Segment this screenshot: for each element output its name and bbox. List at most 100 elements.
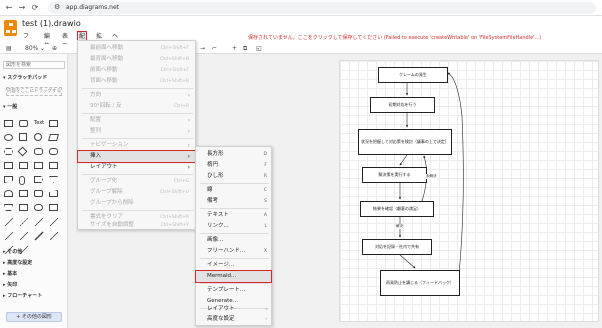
menu-item-group[interactable]: グループ化 Ctrl+G bbox=[78, 176, 195, 187]
scratchpad-header[interactable]: ▾ スクラッチパッド bbox=[3, 74, 47, 81]
insert-template[interactable]: テンプレート... bbox=[196, 285, 271, 296]
forward-icon[interactable]: → bbox=[17, 3, 27, 13]
cube-shape-icon[interactable] bbox=[34, 162, 43, 169]
cylinder-shape-icon[interactable] bbox=[34, 148, 43, 155]
insert-rhombus[interactable]: ひし形 R bbox=[196, 171, 271, 182]
reload-icon[interactable]: ⟳ bbox=[30, 3, 40, 13]
tape-shape-icon[interactable] bbox=[4, 190, 13, 197]
more-shapes-button[interactable]: + その他の図形 bbox=[6, 312, 62, 322]
menu-item-navigation[interactable]: ナビゲーション › bbox=[78, 140, 195, 151]
insert-note[interactable]: 備考 S bbox=[196, 196, 271, 207]
trapezoid-shape-icon[interactable] bbox=[4, 204, 13, 211]
shape-search-input[interactable]: 図形を検索 bbox=[3, 61, 65, 69]
insert-icon[interactable]: + bbox=[232, 45, 237, 52]
rhombus-shape-icon[interactable] bbox=[17, 146, 28, 157]
document-title[interactable]: test (1).drawio bbox=[22, 19, 81, 28]
menu-item-insert[interactable]: 挿入 › bbox=[77, 150, 196, 163]
menu-item-direction[interactable]: 方向 › bbox=[78, 90, 195, 101]
table-shape-icon[interactable] bbox=[49, 204, 58, 211]
menu-item-distribute[interactable]: 整列 › bbox=[78, 126, 195, 137]
dashed-line-shape-icon[interactable] bbox=[19, 217, 29, 227]
insert-mermaid[interactable]: Mermaid... bbox=[195, 270, 272, 283]
chevron-down-icon[interactable]: ⌄ bbox=[40, 45, 45, 52]
zoom-select[interactable]: 80% bbox=[25, 45, 38, 52]
insert-freehand[interactable]: フリーハンド... X bbox=[196, 246, 271, 257]
back-icon[interactable]: ← bbox=[4, 3, 14, 13]
site-info-icon[interactable]: ⚙ bbox=[54, 3, 60, 11]
container-shape-icon[interactable] bbox=[34, 190, 43, 197]
ellipse-shape-icon[interactable] bbox=[4, 134, 13, 141]
category-other[interactable]: ▸ その他 bbox=[3, 248, 22, 255]
insert-image[interactable]: 画像... bbox=[196, 235, 271, 246]
sidebar-toggle-icon[interactable]: ▤ bbox=[6, 45, 12, 52]
square-shape-icon[interactable] bbox=[19, 133, 27, 141]
menu-item-to-back[interactable]: 最背面へ移動 Ctrl+Shift+B bbox=[78, 54, 195, 65]
connector-icon[interactable]: → bbox=[200, 45, 205, 52]
diagram-node[interactable]: 結果を確認（顧客の満足） bbox=[360, 201, 434, 217]
insert-text[interactable]: テキスト A bbox=[196, 210, 271, 221]
category-basic[interactable]: ▸ 基本 bbox=[3, 270, 17, 277]
insert-link[interactable]: リンク... L bbox=[196, 221, 271, 232]
text-shape-icon[interactable]: Text bbox=[34, 120, 44, 127]
edge[interactable] bbox=[399, 154, 408, 166]
rectangle-shape-icon[interactable] bbox=[4, 120, 13, 127]
parallelogram-shape-icon[interactable] bbox=[48, 134, 59, 141]
table-icon[interactable]: ⧉ bbox=[243, 45, 247, 53]
diagram-page[interactable]: クレームの発生 初期対応を行う 状況を把握して対応策を検討（議事の上で決定） 解… bbox=[339, 60, 599, 322]
category-advanced[interactable]: ▸ 高度な設定 bbox=[3, 259, 32, 266]
diagram-node[interactable]: 再発防止を講じる（フィードバック） bbox=[380, 270, 460, 296]
document-shape-icon[interactable] bbox=[4, 162, 13, 169]
menu-item-send-backward[interactable]: 背面へ移動 Ctrl+Shift+B bbox=[78, 76, 195, 87]
manual-input-shape-icon[interactable] bbox=[49, 190, 58, 197]
note-shape-icon[interactable] bbox=[19, 190, 28, 197]
menu-item-to-front[interactable]: 最前面へ移動 Ctrl+Shift+F bbox=[78, 43, 195, 54]
edge-feedback[interactable] bbox=[447, 72, 464, 284]
callout-shape-icon[interactable] bbox=[19, 204, 28, 211]
shape-icon[interactable]: ◱ bbox=[256, 45, 262, 52]
internal-storage-shape-icon[interactable] bbox=[19, 162, 28, 169]
line-shape-icon[interactable] bbox=[4, 217, 14, 227]
category-arrows[interactable]: ▸ 矢印 bbox=[3, 281, 17, 288]
step-shape-icon[interactable] bbox=[49, 162, 58, 169]
link-shape-icon[interactable] bbox=[4, 231, 14, 241]
textbox-shape-icon[interactable] bbox=[49, 120, 58, 127]
insert-line[interactable]: 線C bbox=[196, 185, 271, 196]
card-shape-icon[interactable] bbox=[4, 176, 13, 183]
menu-item-remove-from-group[interactable]: グループから削除 bbox=[78, 198, 195, 209]
zoom-in-icon[interactable]: ⊕ bbox=[52, 45, 57, 52]
waypoint-icon[interactable]: ⌐ bbox=[212, 45, 217, 52]
diagram-node[interactable]: 解決策を実行する bbox=[362, 167, 427, 183]
rounded-rect-shape-icon[interactable] bbox=[19, 120, 28, 127]
arrow-shape-icon[interactable] bbox=[34, 176, 43, 183]
category-flowchart[interactable]: ▸ フローチャート bbox=[3, 292, 42, 299]
edge[interactable] bbox=[399, 254, 416, 269]
insert-advanced[interactable]: 高度な設定 › bbox=[196, 314, 271, 325]
actor-shape-icon[interactable] bbox=[19, 176, 25, 185]
menu-item-ungroup[interactable]: グループ解除 Ctrl+Shift+U bbox=[78, 187, 195, 198]
curved-line-shape-icon[interactable] bbox=[49, 231, 59, 241]
diagram-node[interactable]: 初期対応を行う bbox=[370, 97, 435, 113]
thick-arrow-shape-icon[interactable] bbox=[34, 231, 44, 241]
connector-shape-icon[interactable] bbox=[19, 231, 29, 241]
address-bar[interactable]: ⚙ app.diagrams.net bbox=[48, 2, 596, 14]
arrow-line-shape-icon[interactable] bbox=[34, 217, 44, 227]
hexagon-shape-icon[interactable] bbox=[4, 148, 13, 155]
insert-ellipse[interactable]: 楕円 F bbox=[196, 160, 271, 171]
insert-picture[interactable]: イメージ... bbox=[196, 260, 271, 271]
diagram-node[interactable]: クレームの発生 bbox=[378, 67, 448, 83]
circle-shape-icon[interactable] bbox=[34, 133, 42, 141]
bidirectional-line-shape-icon[interactable] bbox=[49, 217, 59, 227]
process-shape-icon[interactable] bbox=[49, 148, 58, 155]
diagram-node[interactable]: 対応を記録・社内で共有 bbox=[362, 239, 432, 255]
insert-rectangle[interactable]: 長方形 D bbox=[196, 149, 271, 160]
menu-item-layout[interactable]: レイアウト › bbox=[78, 162, 195, 173]
cloud-shape-icon[interactable] bbox=[34, 204, 43, 211]
menu-item-rotate[interactable]: 90°回転 / 反 Ctrl+R bbox=[78, 101, 195, 112]
menu-item-bring-forward[interactable]: 前面へ移動 Ctrl+Shift+F bbox=[78, 65, 195, 76]
general-header[interactable]: ▾ 一般 bbox=[3, 103, 17, 110]
scratchpad-dropzone[interactable]: 内容をここにドラッグする bbox=[6, 87, 62, 96]
diagram-node[interactable]: 状況を把握して対応策を検討（議事の上で決定） bbox=[358, 129, 452, 155]
save-warning[interactable]: 保存されていません。ここをクリックして保存してください (Failed to e… bbox=[248, 34, 541, 41]
menu-item-align[interactable]: 配置 › bbox=[78, 115, 195, 126]
triangle-shape-icon[interactable] bbox=[49, 176, 58, 183]
